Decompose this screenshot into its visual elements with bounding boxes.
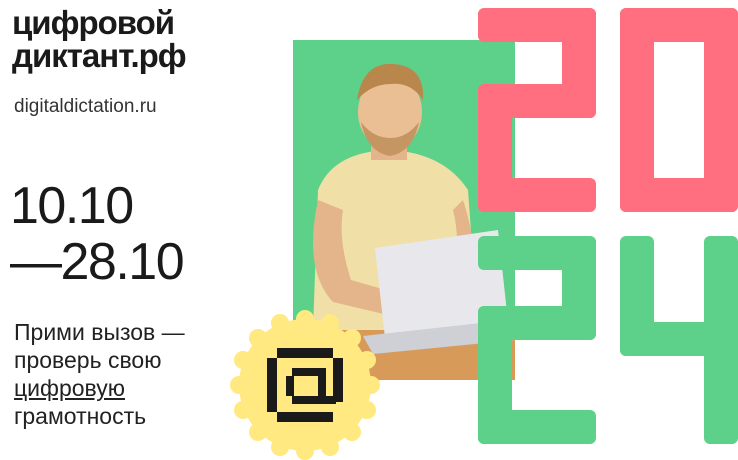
brand-line-2: диктант.рф: [12, 37, 187, 74]
start-date: 10.10: [10, 177, 134, 235]
site-url[interactable]: digitaldictation.ru: [14, 96, 157, 118]
slogan: Прими вызов — проверь свою цифровую грам…: [14, 318, 185, 430]
at-sign-badge: [230, 310, 380, 460]
brand-logo: цифровой диктант.рф: [12, 4, 187, 74]
event-dates: 10.10 —28.10: [10, 177, 185, 291]
end-date: —28.10: [10, 233, 185, 291]
year-2024-graphic: [478, 8, 738, 444]
slogan-line-3: цифровую: [14, 375, 125, 401]
brand-line-1: цифровой: [12, 4, 175, 41]
digit-4-bottom: [620, 236, 738, 444]
digit-2-top: [478, 8, 596, 212]
badge-background: [230, 310, 380, 460]
digit-2-bottom: [478, 236, 596, 444]
slogan-line-2: проверь свою: [14, 347, 162, 373]
digit-0-top: [620, 8, 738, 212]
slogan-line-4: грамотность: [14, 403, 147, 429]
slogan-line-1: Прими вызов —: [14, 319, 185, 345]
